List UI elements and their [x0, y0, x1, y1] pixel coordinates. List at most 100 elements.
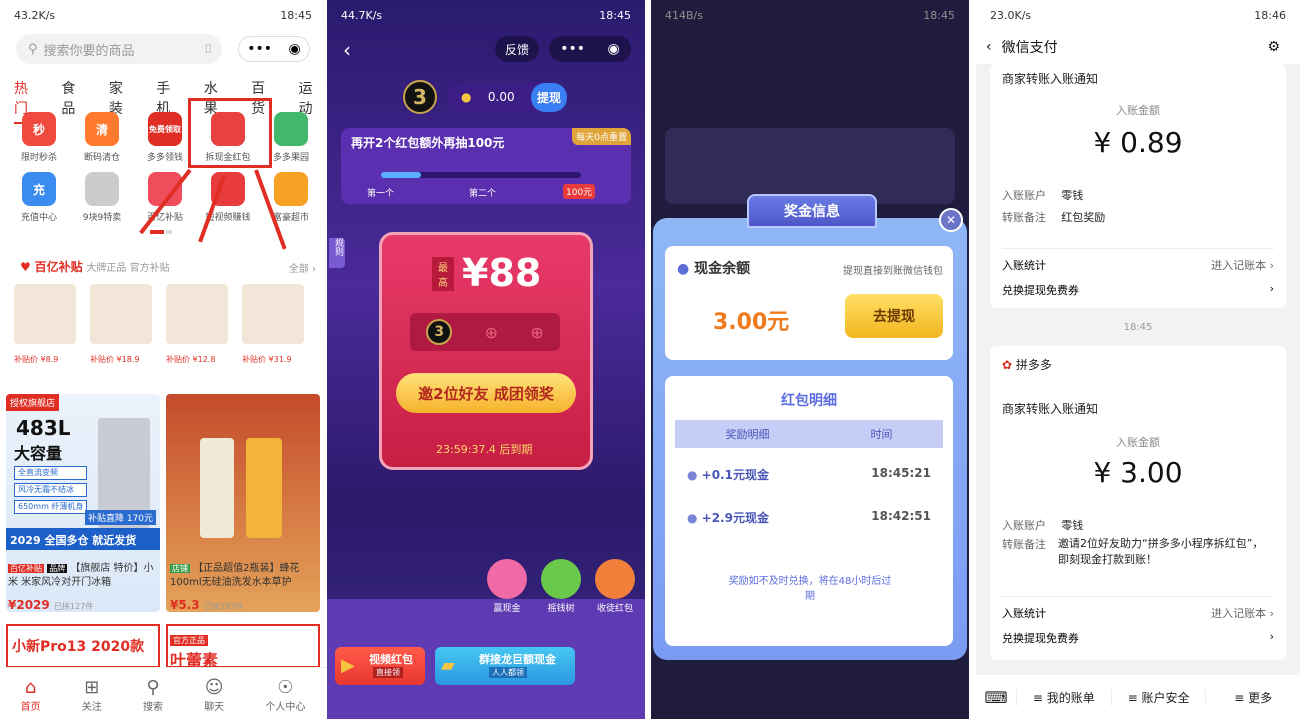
mini-capsule[interactable]: ••• ◉: [549, 36, 631, 62]
tab-item[interactable]: ⚲ 搜索: [143, 677, 163, 713]
close-icon[interactable]: ◉: [289, 41, 301, 57]
shortcut-label: 百亿补贴: [146, 213, 183, 223]
mini-capsule[interactable]: ••• ◉: [238, 36, 310, 62]
gear-icon[interactable]: ⚙: [1267, 39, 1280, 55]
page-title: 微信支付: [1001, 40, 1058, 56]
cash-amount: 3.00元: [713, 310, 790, 335]
bi-product[interactable]: 补贴价 ¥31.9: [242, 284, 304, 365]
product-image: [166, 284, 228, 344]
group-cash-button[interactable]: ▰ 群接龙巨额现金 人人都领: [435, 647, 575, 685]
step-2: 第二个: [469, 189, 497, 199]
feature-icon-item[interactable]: 赢现金: [487, 559, 527, 614]
coupon-row[interactable]: 兑换提现免费券 ›: [1002, 630, 1274, 646]
btn1-label: 视频红包: [369, 653, 413, 666]
menu-item[interactable]: ≡ 账户安全: [1110, 688, 1206, 706]
fridge-title[interactable]: 百亿补贴 品牌 【旗舰店 特价】小米 米家风冷对开门冰箱: [8, 562, 160, 590]
bottom-tabbar: ⌂ 首页 ⊞ 关注 ⚲ 搜索 ☺ 聊天 ☉ 个人中心: [0, 667, 326, 719]
tab-item[interactable]: ⊞ 关注: [82, 677, 102, 713]
feedback-button[interactable]: 反馈: [495, 36, 539, 62]
stat-row[interactable]: 入账统计 进入记账本 ›: [1002, 596, 1274, 621]
acct-value: 零钱: [1061, 519, 1084, 532]
search-input[interactable]: ⚲ 搜索你要的商品 ⌷: [16, 34, 222, 64]
shortcut-item[interactable]: 免费领取 多多领钱: [136, 112, 194, 163]
shortcut-icon: 充: [22, 172, 56, 206]
empty-slot-icon[interactable]: ⊕: [485, 323, 498, 342]
tab-label: 聊天: [204, 702, 225, 713]
coupon-row[interactable]: 兑换提现免费券 ›: [1002, 282, 1274, 298]
status-speed: 43.2K/s: [14, 8, 56, 22]
withdraw-button[interactable]: 提现: [530, 82, 567, 112]
feature-icon: [595, 559, 635, 599]
shortcut-label: 充值中心: [20, 213, 57, 223]
slot-avatar: 3: [426, 319, 453, 345]
shortcut-icon: [274, 172, 308, 206]
shortcut-label: 限时秒杀: [20, 153, 57, 163]
coin-icon: ●: [687, 468, 702, 482]
withdraw-button[interactable]: 去提现: [845, 294, 943, 338]
pdd-home-panel: 43.2K/s 18:45 ⚲ 搜索你要的商品 ⌷ ••• ◉ 热门 食品 家装 手机 水果 百货…: [0, 0, 326, 719]
shampoo-price-row: ¥5.3 已拼283件: [170, 598, 243, 614]
rules-tab[interactable]: 规则: [329, 238, 345, 268]
notice-head: 商家转账入账通知: [1002, 72, 1099, 86]
shortcut-row-1: 秒限时秒杀清断码清仓 免费领取 多多领钱 拆现金红包 多多果园: [10, 112, 320, 163]
back-icon[interactable]: ‹: [343, 38, 351, 62]
feature-icon-item[interactable]: 摇钱树: [541, 559, 581, 614]
bi-product[interactable]: 补贴价 ¥12.8: [166, 284, 228, 365]
tab-item[interactable]: ☉ 个人中心: [265, 677, 305, 713]
back-icon[interactable]: ‹: [986, 39, 992, 55]
promo-tile-laptop[interactable]: 小新Pro13 2020款: [6, 624, 160, 668]
shortcut-icon: 清: [85, 112, 119, 146]
shortcut-item[interactable]: 9块9特卖: [73, 172, 131, 223]
amount: ¥ 3.00: [1093, 456, 1183, 489]
product-image: [242, 284, 304, 344]
keyboard-icon[interactable]: ⌨: [976, 688, 1016, 707]
team-slots: 3 ⊕ ⊕: [410, 313, 560, 351]
feature-icon-item[interactable]: 收徒红包: [595, 559, 635, 614]
feature-item: 风冷无霜不结冰: [14, 483, 88, 497]
tab-icon: ⌂: [24, 677, 37, 698]
max-tag: 最高: [432, 257, 454, 291]
shortcut-icon: [85, 172, 119, 206]
progress-track: [381, 172, 581, 178]
reward-text: +0.1元现金: [701, 468, 769, 482]
shortcut-item[interactable]: 清断码清仓: [73, 112, 131, 163]
camera-icon[interactable]: ⌷: [204, 42, 212, 57]
red-packet-card[interactable]: 最高 ¥88 3 ⊕ ⊕ 邀2位好友 成团领奖 23:59:37.4 后到期: [379, 232, 593, 470]
shortcut-item[interactable]: 秒限时秒杀: [10, 112, 68, 163]
menu-label: 我的账单: [1046, 690, 1095, 705]
tab-item[interactable]: ☺ 聊天: [204, 677, 224, 713]
video-redpack-button[interactable]: ▶ 视频红包 直接领: [335, 647, 425, 685]
note-row: 转账备注 红包奖励: [1002, 206, 1105, 225]
close-icon[interactable]: ◉: [608, 41, 620, 57]
chevron-right-icon: ›: [1269, 630, 1274, 643]
note-value: 红包奖励: [1061, 211, 1106, 224]
invite-button[interactable]: 邀2位好友 成团领奖: [396, 373, 576, 413]
bi-products: 补贴价 ¥8.9 补贴价 ¥18.9 补贴价 ¥12.8 补贴价 ¥31.9: [14, 284, 304, 365]
stat-row[interactable]: 入账统计 进入记账本 ›: [1002, 248, 1274, 273]
bi-product[interactable]: 补贴价 ¥8.9: [14, 284, 76, 365]
bi-header[interactable]: ♥ 百亿补贴 大牌正品 官方补贴: [20, 258, 170, 275]
promo-tile-2[interactable]: 官方正品 叶蕾素: [166, 624, 320, 670]
shortcut-icon: [274, 112, 308, 146]
menu-item[interactable]: ≡ 我的账单: [1016, 688, 1111, 706]
shortcut-item[interactable]: 充充值中心: [10, 172, 68, 223]
notice-card-2: ✿ 拼多多 商家转账入账通知 入账金额 ¥ 3.00 入账账户 零钱 转账备注邀…: [990, 346, 1286, 660]
store-badge: 授权旗舰店: [6, 394, 60, 411]
bi-product[interactable]: 补贴价 ¥18.9: [90, 284, 152, 365]
countdown: 23:59:37.4 后到期: [436, 443, 533, 456]
close-icon[interactable]: ✕: [939, 208, 963, 232]
coin-balance: 0.00: [487, 90, 515, 104]
feature-label: 赢现金: [493, 604, 521, 614]
empty-slot-icon[interactable]: ⊕: [530, 323, 543, 342]
more-icon[interactable]: •••: [247, 41, 272, 57]
shortcut-icon: 免费领取: [148, 112, 182, 146]
more-icon[interactable]: •••: [560, 41, 585, 57]
menu-item[interactable]: ≡ 更多: [1205, 688, 1300, 706]
col-time: 时间: [870, 428, 893, 441]
bi-all-link[interactable]: 全部 ›: [289, 260, 316, 275]
acct-label: 入账账户: [1002, 519, 1046, 532]
btn2-sub: 人人都领: [489, 667, 527, 678]
shampoo-title[interactable]: 店铺 【正品超值2瓶装】蜂花100ml无硅油洗发水本草护: [170, 562, 320, 590]
subsidy-price: 补贴价 ¥12.8: [166, 355, 216, 364]
tab-item[interactable]: ⌂ 首页: [21, 677, 41, 713]
